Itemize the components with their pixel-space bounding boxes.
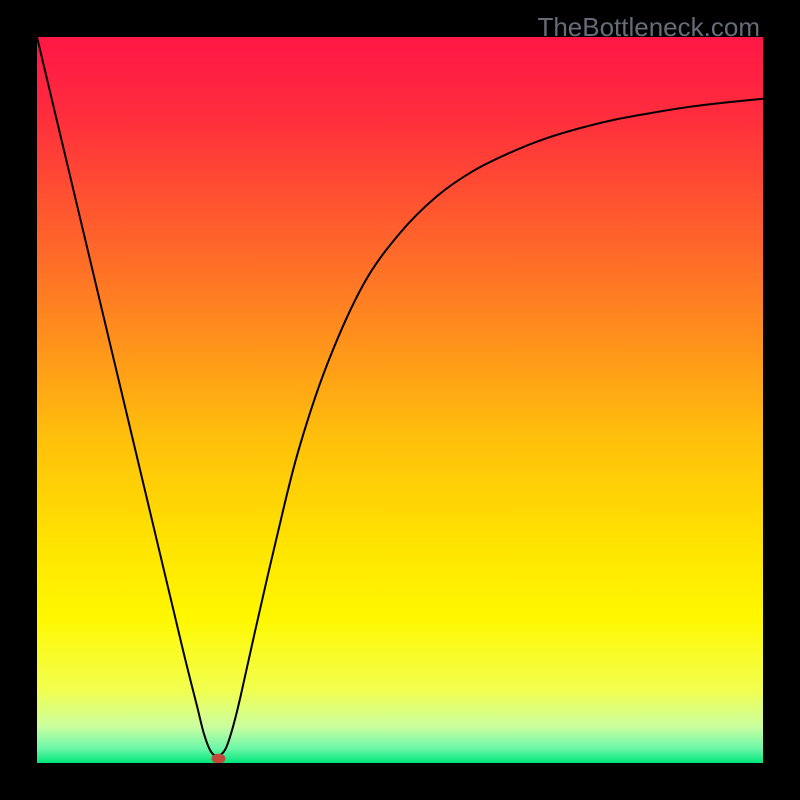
chart-background	[37, 37, 763, 763]
chart-area	[37, 37, 763, 763]
bottleneck-chart	[37, 37, 763, 763]
